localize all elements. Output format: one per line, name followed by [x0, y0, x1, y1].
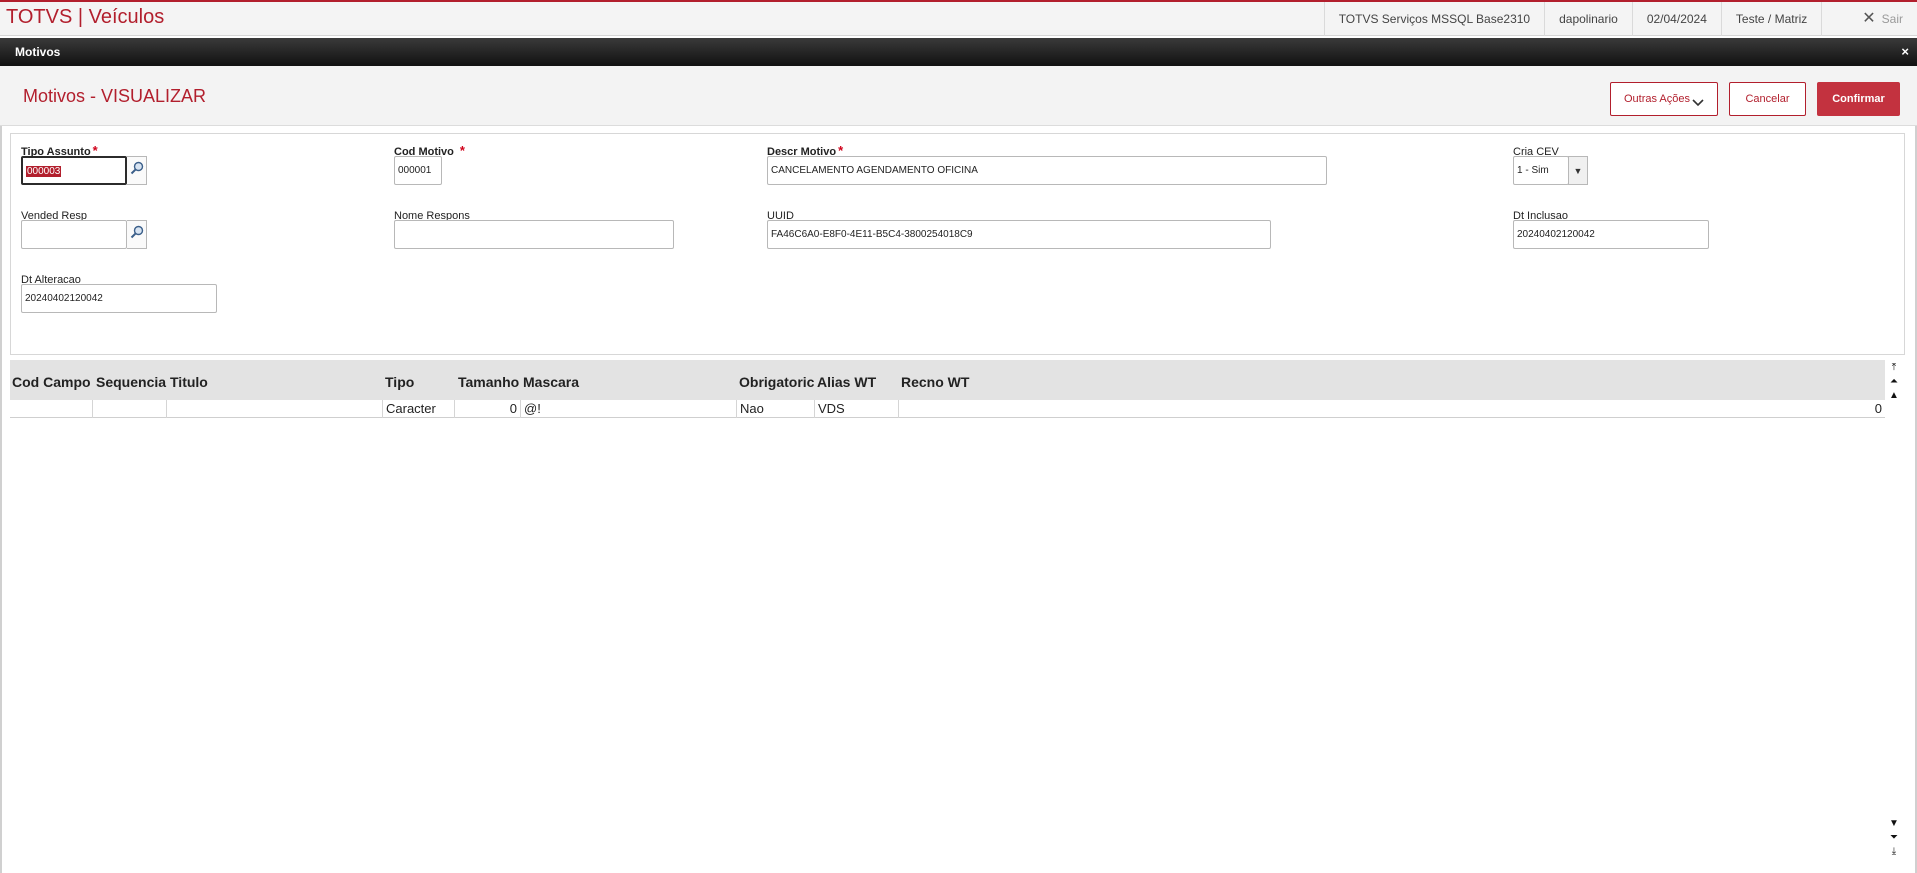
other-actions-button[interactable]: Outras Ações: [1610, 82, 1718, 116]
close-icon: ✕: [1862, 10, 1876, 27]
grid-scrollbar[interactable]: ⤒ ⏶ ▲ ▼ ⏷ ⤓: [1887, 360, 1901, 868]
column-header-tipo[interactable]: Tipo: [385, 374, 414, 390]
page-down-icon[interactable]: ⏷: [1887, 832, 1901, 844]
cell-mascara: @!: [520, 400, 736, 418]
branch-label[interactable]: Teste / Matriz: [1720, 2, 1821, 36]
column-header-sequencia[interactable]: Sequencia: [96, 374, 166, 390]
status-bar: TOTVS Serviços MSSQL Base2310 dapolinari…: [1323, 2, 1917, 36]
date-label[interactable]: 02/04/2024: [1631, 2, 1721, 36]
cancel-button[interactable]: Cancelar: [1729, 82, 1806, 116]
cell-tamanho: 0: [454, 400, 520, 418]
chevron-down-icon: [1692, 94, 1704, 110]
cell-alias-wt: VDS: [814, 400, 898, 418]
scroll-bottom-icon[interactable]: ⤓: [1887, 846, 1901, 858]
required-marker: *: [459, 143, 465, 158]
search-icon: [130, 225, 144, 244]
tipo-assunto-value: 000003: [26, 166, 62, 177]
grid-header: Cod Campo Sequencia Titulo Tipo Tamanho …: [10, 360, 1885, 400]
scroll-down-icon[interactable]: ▼: [1887, 818, 1901, 830]
scroll-top-icon[interactable]: ⤒: [1887, 362, 1901, 374]
cod-motivo-input[interactable]: 000001: [394, 156, 442, 185]
cell-tipo: Caracter: [382, 400, 454, 418]
tipo-assunto-input[interactable]: 000003: [21, 156, 127, 185]
app-header: TOTVS | Veículos TOTVS Serviços MSSQL Ba…: [0, 0, 1917, 36]
cell-titulo: [166, 400, 382, 418]
column-header-obrigatorio[interactable]: Obrigatoric: [739, 374, 814, 390]
column-header-mascara[interactable]: Mascara: [523, 374, 579, 390]
user-label[interactable]: dapolinario: [1544, 2, 1632, 36]
nome-respons-input[interactable]: [394, 220, 674, 249]
fields-grid: Cod Campo Sequencia Titulo Tipo Tamanho …: [10, 360, 1885, 868]
environment-label[interactable]: TOTVS Serviços MSSQL Base2310: [1323, 2, 1544, 36]
page-title: Motivos - VISUALIZAR: [23, 86, 207, 106]
cell-obrigatorio: Nao: [736, 400, 814, 418]
column-header-cod-campo[interactable]: Cod Campo: [12, 374, 91, 390]
column-header-titulo[interactable]: Titulo: [170, 374, 208, 390]
logout-button[interactable]: ✕ Sair: [1821, 2, 1917, 36]
tipo-assunto-lookup-button[interactable]: [127, 156, 147, 185]
column-header-tamanho[interactable]: Tamanho: [458, 374, 519, 390]
cell-recno-wt: 0: [898, 400, 1885, 418]
column-header-recno-wt[interactable]: Recno WT: [901, 374, 969, 390]
descr-motivo-input[interactable]: CANCELAMENTO AGENDAMENTO OFICINA: [767, 156, 1327, 185]
dialog-title: Motivos: [15, 45, 61, 59]
dt-alteracao-input[interactable]: 20240402120042: [21, 284, 217, 313]
column-header-alias-wt[interactable]: Alias WT: [817, 374, 876, 390]
cell-cod-campo: [10, 400, 92, 418]
app-title: TOTVS | Veículos: [6, 6, 165, 28]
chevron-down-icon[interactable]: ▼: [1568, 156, 1588, 185]
page-header: Motivos - VISUALIZAR Outras Ações Cancel…: [0, 66, 1917, 126]
dialog-titlebar: Motivos ×: [0, 38, 1917, 66]
vended-resp-lookup-button[interactable]: [127, 220, 147, 249]
cell-sequencia: [92, 400, 166, 418]
dt-inclusao-input[interactable]: 20240402120042: [1513, 220, 1709, 249]
page-up-icon[interactable]: ⏶: [1887, 376, 1901, 388]
logout-label: Sair: [1881, 12, 1903, 26]
dialog-close-icon[interactable]: ×: [1901, 44, 1909, 59]
uuid-input[interactable]: FA46C6A0-E8F0-4E11-B5C4-3800254018C9: [767, 220, 1271, 249]
dialog-left-border: [0, 66, 2, 873]
scroll-up-icon[interactable]: ▲: [1887, 390, 1901, 402]
confirm-button[interactable]: Confirmar: [1817, 82, 1900, 116]
cria-cev-select[interactable]: 1 - Sim: [1513, 156, 1569, 185]
table-row[interactable]: Caracter 0 @! Nao VDS 0: [10, 400, 1885, 418]
search-icon: [130, 161, 144, 180]
vended-resp-input[interactable]: [21, 220, 127, 249]
other-actions-label: Outras Ações: [1623, 93, 1691, 105]
form-panel: Tipo Assunto * 000003 Cod Motivo * 000001 …: [10, 133, 1905, 355]
